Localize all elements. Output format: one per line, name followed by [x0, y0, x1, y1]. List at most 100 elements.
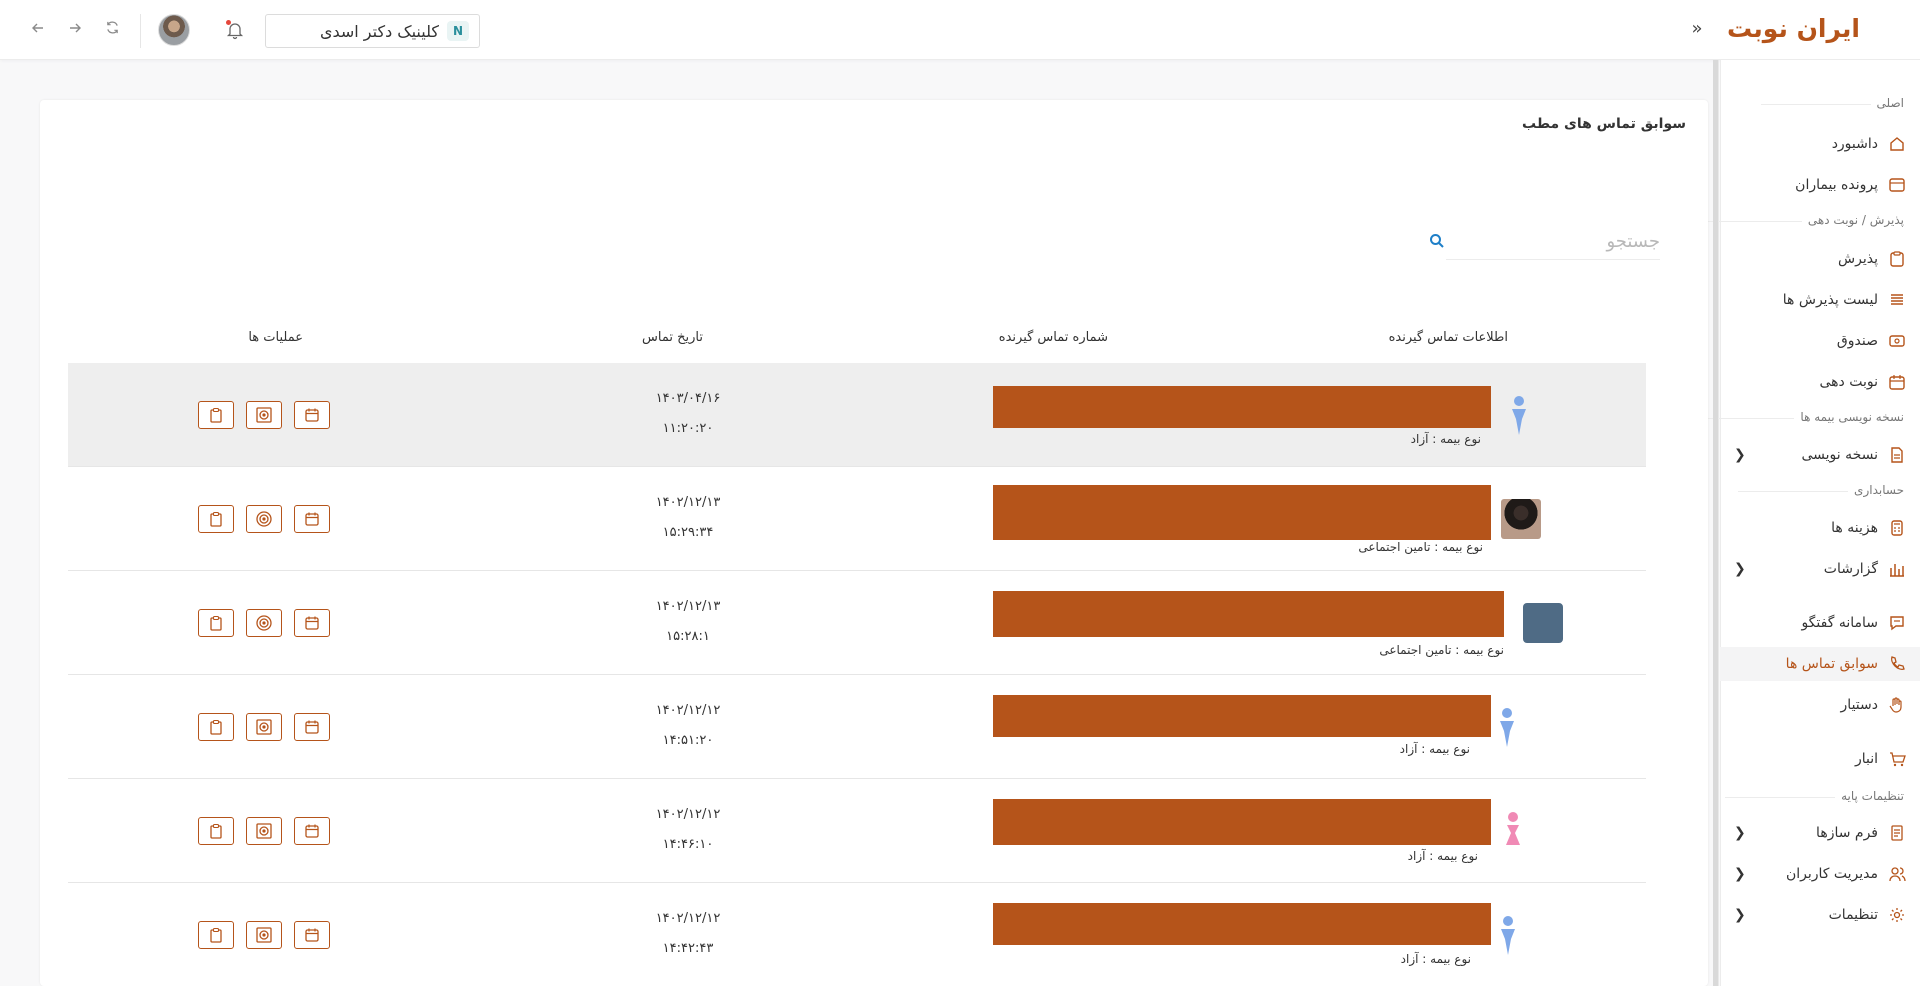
insurance-button[interactable] [246, 609, 282, 637]
collapse-sidebar-icon[interactable]: » [1686, 18, 1708, 40]
sidebar-item-label: انبار [1854, 751, 1878, 767]
clipboard-icon [210, 823, 222, 839]
sidebar-item-chat[interactable]: سامانه گفتگو [1720, 606, 1920, 640]
section-main: اصلی [1762, 96, 1904, 110]
calendar-icon [305, 408, 319, 422]
clipboard-icon [210, 719, 222, 735]
calendar-button[interactable] [294, 401, 330, 429]
search-icon[interactable] [1428, 232, 1446, 250]
clinic-selector[interactable]: N کلینیک دکتر اسدی [265, 14, 480, 48]
call-time: ۱۱:۲۰:۲۰ [662, 421, 714, 436]
search-input[interactable] [1446, 224, 1660, 260]
sidebar-item-label: تنظیمات [1828, 907, 1878, 923]
clipboard-button[interactable] [198, 817, 234, 845]
sidebar-item-label: سوابق تماس ها [1785, 656, 1878, 672]
chat-icon [1890, 616, 1904, 631]
clipboard-button[interactable] [198, 609, 234, 637]
table-row[interactable]: نوع بیمه : آزاد ۱۴۰۳/۰۴/۱۶ ۱۱:۲۰:۲۰ [68, 363, 1646, 467]
call-time: ۱۴:۵۱:۲۰ [662, 733, 714, 748]
clipboard-button[interactable] [198, 505, 234, 533]
calendar-button[interactable] [294, 609, 330, 637]
sidebar-item-reception-list[interactable]: لیست پذیرش ها [1720, 283, 1920, 317]
call-date: ۱۴۰۲/۱۲/۱۲ [655, 807, 721, 822]
caller-info-redacted [993, 485, 1491, 540]
list-icon [1891, 294, 1903, 305]
insurance-button[interactable] [246, 401, 282, 429]
sidebar-item-prescription[interactable]: نسخه نویسی ❮ [1720, 438, 1920, 472]
male-avatar-icon [1512, 396, 1526, 435]
calendar-icon [1889, 375, 1905, 390]
sidebar-item-warehouse[interactable]: انبار [1720, 742, 1920, 776]
sidebar-item-cashbox[interactable]: صندوق [1720, 324, 1920, 358]
main-scrollbar[interactable] [1713, 60, 1718, 986]
user-avatar[interactable] [158, 14, 190, 46]
forward-arrow-icon[interactable] [65, 20, 85, 40]
back-arrow-icon[interactable] [28, 20, 48, 40]
badge-icon [256, 927, 272, 943]
insurance-button[interactable] [246, 921, 282, 949]
call-time: ۱۵:۲۸:۱ [666, 629, 710, 644]
page-title: سوابق تماس های مطب [1522, 116, 1686, 132]
calendar-button[interactable] [294, 817, 330, 845]
male-avatar-icon [1500, 708, 1514, 747]
row-operations [198, 401, 330, 429]
sidebar-item-label: مدیریت کاربران [1785, 866, 1878, 882]
brand-logo[interactable]: ایران نوبت [1727, 14, 1861, 43]
section-reception: پذیرش / نوبت دهی [1691, 213, 1904, 227]
female-avatar-icon [1506, 812, 1520, 845]
calendar-button[interactable] [294, 713, 330, 741]
insurance-button[interactable] [246, 713, 282, 741]
call-time: ۱۴:۴۲:۴۳ [662, 941, 714, 956]
clipboard-button[interactable] [198, 713, 234, 741]
calendar-icon [305, 928, 319, 942]
sidebar-item-form-builders[interactable]: فرم سازها ❮ [1720, 816, 1920, 850]
sidebar-item-settings[interactable]: تنظیمات ❮ [1720, 898, 1920, 932]
notification-bell-icon[interactable] [224, 19, 246, 41]
call-date: ۱۴۰۲/۱۲/۱۳ [655, 599, 721, 614]
table-row[interactable]: نوع بیمه : تامین اجتماعی ۱۴۰۲/۱۲/۱۳ ۱۵:۲… [68, 467, 1646, 571]
badge-icon [256, 615, 272, 631]
calendar-button[interactable] [294, 921, 330, 949]
home-icon [1890, 137, 1904, 151]
section-prescription: نسخه نویسی بیمه ها [1684, 410, 1904, 424]
sidebar-item-reports[interactable]: گزارشات ❮ [1720, 552, 1920, 586]
table-row[interactable]: نوع بیمه : آزاد ۱۴۰۲/۱۲/۱۲ ۱۴:۵۱:۲۰ [68, 675, 1646, 779]
sidebar-item-expenses[interactable]: هزینه ها [1720, 511, 1920, 545]
insurance-type: نوع بیمه : تامین اجتماعی [1379, 643, 1504, 657]
sidebar: اصلی داشبورد پرونده بیماران پذیرش / نوبت… [1684, 60, 1920, 986]
call-date: ۱۴۰۲/۱۲/۱۲ [655, 703, 721, 718]
table-row[interactable]: نوع بیمه : آزاد ۱۴۰۲/۱۲/۱۲ ۱۴:۴۶:۱۰ [68, 779, 1646, 883]
sidebar-item-assistant[interactable]: دستیار [1720, 688, 1920, 722]
sidebar-item-user-management[interactable]: مدیریت کاربران ❮ [1720, 857, 1920, 891]
insurance-button[interactable] [246, 505, 282, 533]
sidebar-item-label: سامانه گفتگو [1801, 615, 1878, 631]
refresh-icon[interactable] [102, 20, 122, 40]
calendar-icon [305, 824, 319, 838]
phone-icon [1891, 656, 1905, 670]
sidebar-item-appointments[interactable]: نوبت دهی [1720, 365, 1920, 399]
call-date: ۱۴۰۳/۰۴/۱۶ [655, 391, 721, 406]
calendar-button[interactable] [294, 505, 330, 533]
top-bar: ایران نوبت » N کلینیک دکتر اسدی [0, 0, 1920, 60]
forms-icon [1891, 825, 1903, 841]
row-operations [198, 921, 330, 949]
sidebar-item-call-history[interactable]: سوابق تماس ها [1720, 647, 1920, 681]
clipboard-button[interactable] [198, 401, 234, 429]
calculator-icon [1891, 520, 1903, 536]
section-base-settings: تنظیمات پایه [1725, 789, 1904, 803]
table-header: اطلاعات تماس گیرنده شماره تماس گیرنده تا… [68, 320, 1646, 360]
calendar-icon [305, 512, 319, 526]
call-date: ۱۴۰۲/۱۲/۱۳ [655, 495, 721, 510]
insurance-button[interactable] [246, 817, 282, 845]
clipboard-button[interactable] [198, 921, 234, 949]
call-time: ۱۵:۲۹:۳۴ [662, 525, 714, 540]
sidebar-item-patient-files[interactable]: پرونده بیماران [1720, 168, 1920, 202]
table-row[interactable]: نوع بیمه : تامین اجتماعی ۱۴۰۲/۱۲/۱۳ ۱۵:۲… [68, 571, 1646, 675]
row-operations [198, 609, 330, 637]
header-operations: عملیات ها [248, 330, 303, 345]
sidebar-item-reception[interactable]: پذیرش [1720, 242, 1920, 276]
call-time: ۱۴:۴۶:۱۰ [662, 837, 714, 852]
table-row[interactable]: نوع بیمه : آزاد ۱۴۰۲/۱۲/۱۲ ۱۴:۴۲:۴۳ [68, 883, 1646, 986]
sidebar-item-dashboard[interactable]: داشبورد [1720, 127, 1920, 161]
row-operations [198, 713, 330, 741]
